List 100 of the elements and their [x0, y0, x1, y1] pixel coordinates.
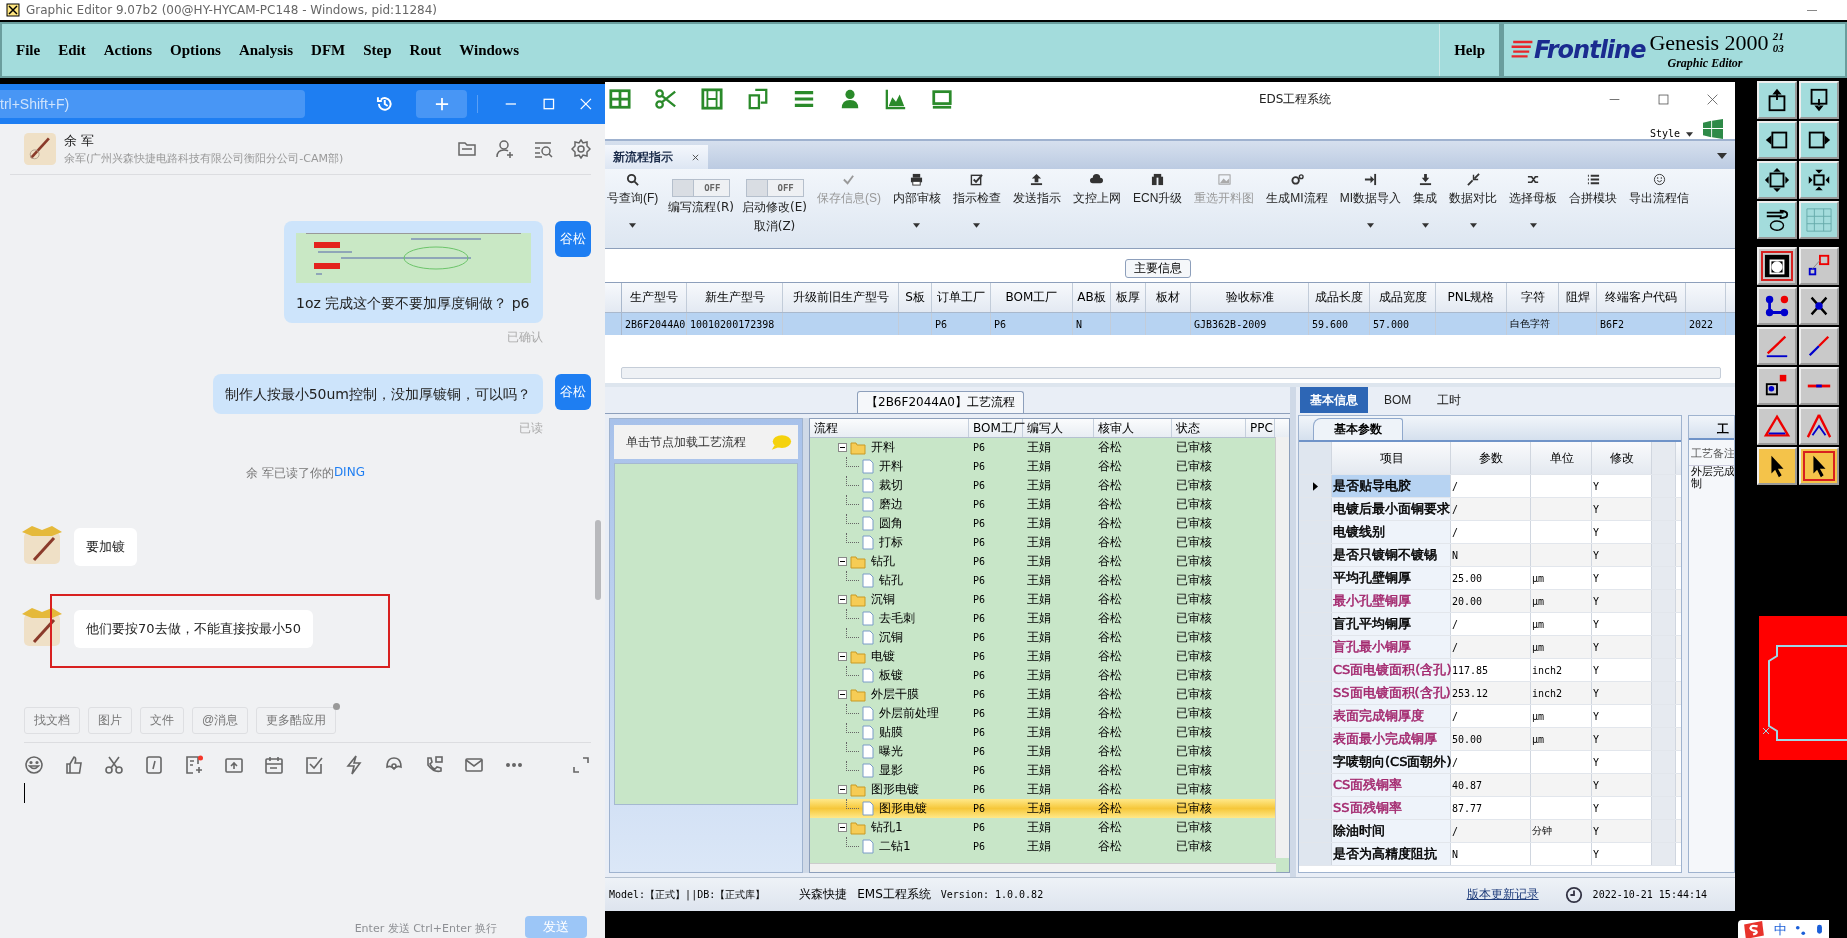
close-icon[interactable] — [1706, 92, 1719, 106]
tree-row[interactable]: 外层干膜 P6 王娟 谷松 已审核 — [810, 685, 1275, 704]
table-row[interactable]: 是否为高精度阻抗 N Y — [1299, 843, 1681, 866]
tool-button[interactable] — [1799, 121, 1839, 159]
tree-row[interactable]: 磨边 P6 王娟 谷松 已审核 — [810, 495, 1275, 514]
tool-button[interactable] — [1757, 287, 1797, 325]
mail-icon[interactable] — [464, 755, 484, 775]
column-header[interactable]: 阻焊 — [1559, 283, 1597, 312]
lightning-icon[interactable] — [344, 755, 364, 775]
area-chart-icon[interactable] — [885, 88, 907, 110]
tree-row[interactable]: 圆角 P6 王娟 谷松 已审核 — [810, 514, 1275, 533]
tree-row[interactable]: 贴膜 P6 王娟 谷松 已审核 — [810, 723, 1275, 742]
maximize-icon[interactable] — [541, 97, 556, 111]
ribbon-button[interactable]: 生成MI流程 — [1264, 173, 1330, 248]
column-header[interactable]: AB板 — [1073, 283, 1111, 312]
document-tab[interactable]: 新流程指示 — [605, 145, 708, 169]
maximize-icon[interactable] — [1657, 92, 1670, 106]
tree-row[interactable]: 钻孔1 P6 王娟 谷松 已审核 — [810, 818, 1275, 837]
menu-item[interactable]: File — [10, 39, 47, 61]
tool-button[interactable] — [1757, 447, 1797, 485]
column-header[interactable]: 板材 — [1146, 283, 1191, 312]
style-dropdown[interactable]: Style — [1649, 128, 1693, 139]
grid-icon[interactable] — [609, 88, 631, 110]
changelog-link[interactable]: 版本更新记录 — [1466, 886, 1539, 903]
slash-icon[interactable] — [144, 755, 164, 775]
tree-row[interactable]: 电镀 P6 王娟 谷松 已审核 — [810, 647, 1275, 666]
tree-row[interactable]: 钻孔 P6 王娟 谷松 已审核 — [810, 571, 1275, 590]
film-icon[interactable] — [701, 88, 723, 110]
table-row[interactable]: 除油时间 / 分钟 Y — [1299, 820, 1681, 843]
scissors-icon[interactable] — [655, 88, 677, 110]
menu-item[interactable]: DFM — [305, 39, 352, 61]
monitor-icon[interactable] — [931, 88, 953, 110]
tree-row[interactable]: 沉铜 P6 王娟 谷松 已审核 — [810, 628, 1275, 647]
microphone-icon[interactable] — [1814, 923, 1825, 937]
column-header[interactable]: 核审人 — [1094, 419, 1172, 437]
panel-tab[interactable]: BOM — [1374, 387, 1422, 413]
ribbon-button[interactable]: 合拼模块 — [1567, 173, 1619, 248]
punctuation-icon[interactable] — [1795, 923, 1806, 937]
collapse-icon[interactable] — [838, 652, 847, 661]
search-field[interactable]: trl+Shift+F) — [0, 90, 305, 118]
input-mode[interactable]: 中 — [1774, 921, 1787, 938]
tree-row[interactable]: 沉铜 P6 王娟 谷松 已审核 — [810, 590, 1275, 609]
tool-button[interactable] — [1799, 247, 1839, 285]
folder-icon[interactable] — [457, 139, 477, 159]
quick-action-button[interactable]: 文件 — [140, 707, 184, 734]
tree-row[interactable]: 裁切 P6 王娟 谷松 已审核 — [810, 476, 1275, 495]
tree-row[interactable]: 外层前处理 P6 王娟 谷松 已审核 — [810, 704, 1275, 723]
upload-icon[interactable] — [224, 755, 244, 775]
tool-button[interactable] — [1757, 81, 1797, 119]
table-row[interactable]: 最小孔壁铜厚 20.00 μm Y — [1299, 590, 1681, 613]
tool-button[interactable] — [1757, 367, 1797, 405]
scissors-icon[interactable] — [104, 755, 124, 775]
ribbon-button[interactable]: MI数据导入 — [1337, 173, 1403, 248]
column-header[interactable]: PPC — [1246, 419, 1275, 437]
close-icon[interactable] — [691, 152, 700, 162]
table-row[interactable]: 2B6F2044A0 10010200172398 P6 P6 N GJB362B-2009 59.600 57.000 白色字符 B6F2 2022 — [605, 313, 1735, 335]
column-header[interactable]: 板厚 — [1111, 283, 1146, 312]
column-header[interactable]: 验收标准 — [1191, 283, 1309, 312]
column-header[interactable]: 新生产型号 — [687, 283, 783, 312]
list-icon[interactable] — [793, 88, 815, 110]
column-header[interactable]: 生产型号 — [622, 283, 687, 312]
column-header[interactable]: BOM工厂 — [991, 283, 1073, 312]
tool-button[interactable] — [1757, 407, 1797, 445]
ime-logo-icon[interactable] — [1742, 921, 1766, 938]
collapse-icon[interactable] — [838, 557, 847, 566]
help-menu[interactable]: Help — [1439, 24, 1501, 76]
tool-button[interactable] — [1799, 287, 1839, 325]
table-row[interactable]: SS面电镀面积(含孔)253.12 inch2 Y — [1299, 682, 1681, 705]
tool-button[interactable] — [1799, 447, 1839, 485]
collapse-icon[interactable] — [838, 690, 847, 699]
column-header[interactable]: 升级前旧生产型号 — [783, 283, 899, 312]
ribbon-button[interactable]: 发送指示 — [1011, 173, 1063, 248]
splitter-handle[interactable] — [803, 418, 809, 873]
table-row[interactable]: 表面完成铜厚度 / μm Y — [1299, 705, 1681, 728]
table-row[interactable]: 是否只镀铜不镀锡 N Y — [1299, 544, 1681, 567]
collapse-icon[interactable] — [838, 443, 847, 452]
column-header[interactable]: 项目 — [1332, 442, 1451, 474]
tree-row[interactable]: 二钻1 P6 王娟 谷松 已审核 — [810, 837, 1275, 856]
phone-icon[interactable] — [424, 755, 444, 775]
table-row[interactable]: 表面最小完成铜厚 50.00 μm Y — [1299, 728, 1681, 751]
column-header[interactable]: BOM工厂 — [969, 419, 1023, 437]
tool-button[interactable] — [1757, 247, 1797, 285]
settings-icon[interactable] — [571, 139, 591, 159]
column-header[interactable]: 订单工厂 — [932, 283, 991, 312]
column-header[interactable]: 单位 — [1531, 442, 1592, 474]
menu-item[interactable]: Analysis — [232, 39, 300, 61]
menu-item[interactable]: Edit — [52, 39, 92, 61]
tree-row[interactable]: 曝光 P6 王娟 谷松 已审核 — [810, 742, 1275, 761]
table-row[interactable]: 盲孔平均铜厚 / μm Y — [1299, 613, 1681, 636]
collapse-icon[interactable] — [838, 823, 847, 832]
panel-tab[interactable]: 工时 — [1427, 387, 1472, 413]
ribbon-button[interactable]: 数据对比 — [1447, 173, 1499, 248]
panel-tab[interactable]: 工 — [1689, 416, 1734, 440]
tool-button[interactable] — [1757, 327, 1797, 365]
column-header[interactable]: 终端客户代码 — [1597, 283, 1686, 312]
quick-action-button[interactable]: 找文档 — [24, 707, 80, 734]
minimize-button[interactable] — [1807, 9, 1817, 11]
toggle-switch[interactable]: OFF — [672, 179, 731, 197]
tool-button[interactable] — [1799, 161, 1839, 199]
tree-row[interactable]: 图形电镀 P6 王娟 谷松 已审核 — [810, 799, 1275, 818]
